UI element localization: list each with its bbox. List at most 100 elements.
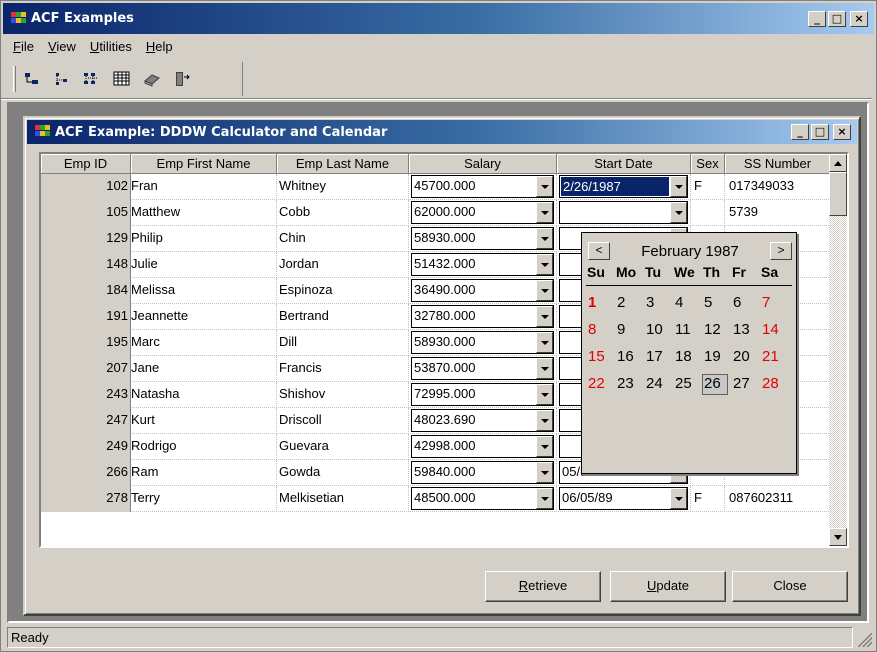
salary-value[interactable]: 58930.000 [412, 228, 536, 249]
salary-dropdown[interactable]: 42998.000 [411, 435, 554, 458]
date-dropdown-button[interactable] [670, 176, 687, 197]
ss-number-cell[interactable]: 017349033 [725, 174, 831, 200]
salary-value[interactable]: 72995.000 [412, 384, 536, 405]
salary-dropdown-button[interactable] [536, 202, 553, 223]
first-name-cell[interactable]: Matthew [131, 200, 277, 226]
last-name-cell[interactable]: Bertrand [277, 304, 409, 330]
salary-value[interactable]: 32780.000 [412, 306, 536, 327]
date-dropdown[interactable] [559, 201, 688, 224]
salary-dropdown-button[interactable] [536, 254, 553, 275]
menu-help[interactable]: Help [140, 37, 181, 57]
calendar-day[interactable]: 8 [586, 318, 615, 345]
scroll-thumb[interactable] [829, 172, 847, 216]
tree-view-icon[interactable] [21, 68, 43, 90]
scroll-down-button[interactable] [829, 528, 847, 546]
calendar-next-month-button[interactable]: > [770, 242, 792, 260]
ss-number-cell[interactable]: 087602311 [725, 486, 831, 512]
calendar-day[interactable]: 1 [586, 291, 615, 318]
calendar-day[interactable]: 24 [644, 372, 673, 399]
salary-dropdown[interactable]: 62000.000 [411, 201, 554, 224]
calendar-prev-month-button[interactable]: < [588, 242, 610, 260]
salary-value[interactable]: 45700.000 [412, 176, 536, 197]
grid-icon[interactable] [111, 68, 133, 90]
col-header-emp-id[interactable]: Emp ID [41, 154, 131, 174]
last-name-cell[interactable]: Jordan [277, 252, 409, 278]
col-header-start-date[interactable]: Start Date [557, 154, 691, 174]
salary-dropdown-button[interactable] [536, 306, 553, 327]
dotted-tree-icon[interactable] [51, 68, 73, 90]
toolbar-grip[interactable] [13, 66, 16, 92]
calendar-day[interactable]: 27 [731, 372, 760, 399]
calendar-day[interactable]: 14 [760, 318, 789, 345]
first-name-cell[interactable]: Fran [131, 174, 277, 200]
last-name-cell[interactable]: Whitney [277, 174, 409, 200]
salary-dropdown[interactable]: 32780.000 [411, 305, 554, 328]
table-row[interactable]: 278 Terry Melkisetian 48500.000 06/05/89 F 087… [41, 486, 831, 512]
last-name-cell[interactable]: Espinoza [277, 278, 409, 304]
salary-value[interactable]: 53870.000 [412, 358, 536, 379]
first-name-cell[interactable]: Marc [131, 330, 277, 356]
calendar-day[interactable]: 5 [702, 291, 731, 318]
exit-door-icon[interactable] [171, 68, 193, 90]
salary-dropdown-button[interactable] [536, 488, 553, 509]
salary-dropdown[interactable]: 58930.000 [411, 331, 554, 354]
col-header-sex[interactable]: Sex [691, 154, 725, 174]
salary-dropdown-button[interactable] [536, 436, 553, 457]
salary-dropdown[interactable]: 51432.000 [411, 253, 554, 276]
date-dropdown-button[interactable] [670, 488, 687, 509]
grid-vertical-scrollbar[interactable] [829, 154, 847, 546]
calendar-day[interactable]: 16 [615, 345, 644, 372]
child-close-button[interactable]: × [833, 124, 851, 140]
minimize-button[interactable]: _ [808, 10, 826, 27]
col-header-ss-number[interactable]: SS Number [725, 154, 831, 174]
salary-dropdown[interactable]: 48500.000 [411, 487, 554, 510]
last-name-cell[interactable]: Cobb [277, 200, 409, 226]
sex-cell[interactable] [691, 200, 725, 226]
salary-dropdown[interactable]: 72995.000 [411, 383, 554, 406]
salary-value[interactable]: 51432.000 [412, 254, 536, 275]
calendar-day[interactable]: 21 [760, 345, 789, 372]
calendar-day[interactable]: 10 [644, 318, 673, 345]
first-name-cell[interactable]: Julie [131, 252, 277, 278]
last-name-cell[interactable]: Francis [277, 356, 409, 382]
close-button[interactable]: × [850, 10, 868, 27]
date-dropdown[interactable]: 2/26/1987 [559, 175, 688, 198]
first-name-cell[interactable]: Kurt [131, 408, 277, 434]
salary-value[interactable]: 62000.000 [412, 202, 536, 223]
calendar-day[interactable]: 2 [615, 291, 644, 318]
child-minimize-button[interactable]: _ [791, 124, 809, 140]
last-name-cell[interactable]: Dill [277, 330, 409, 356]
update-button[interactable]: Update [610, 571, 726, 602]
first-name-cell[interactable]: Ram [131, 460, 277, 486]
salary-value[interactable]: 48500.000 [412, 488, 536, 509]
app-title-bar[interactable]: ACF Examples _ □ × [3, 3, 874, 34]
employee-datawindow[interactable]: Emp ID Emp First Name Emp Last Name Sala… [39, 152, 849, 548]
calendar-day[interactable]: 23 [615, 372, 644, 399]
salary-value[interactable]: 48023.690 [412, 410, 536, 431]
calendar-day[interactable]: 12 [702, 318, 731, 345]
calendar-day[interactable]: 19 [702, 345, 731, 372]
resize-grip-icon[interactable] [858, 633, 872, 647]
first-name-cell[interactable]: Philip [131, 226, 277, 252]
last-name-cell[interactable]: Chin [277, 226, 409, 252]
salary-dropdown-button[interactable] [536, 176, 553, 197]
calendar-day[interactable]: 13 [731, 318, 760, 345]
salary-dropdown[interactable]: 36490.000 [411, 279, 554, 302]
calendar-day[interactable]: 9 [615, 318, 644, 345]
ss-number-cell[interactable]: 5739 [725, 200, 831, 226]
col-header-last-name[interactable]: Emp Last Name [277, 154, 409, 174]
sex-cell[interactable]: F [691, 174, 725, 200]
salary-dropdown-button[interactable] [536, 358, 553, 379]
salary-value[interactable]: 59840.000 [412, 462, 536, 483]
sex-cell[interactable]: F [691, 486, 725, 512]
calendar-day[interactable]: 3 [644, 291, 673, 318]
first-name-cell[interactable]: Melissa [131, 278, 277, 304]
retrieve-button[interactable]: Retrieve [485, 571, 601, 602]
first-name-cell[interactable]: Jane [131, 356, 277, 382]
book-icon[interactable] [141, 68, 163, 90]
calendar-day[interactable]: 4 [673, 291, 702, 318]
calendar-day[interactable]: 11 [673, 318, 702, 345]
calendar-day[interactable]: 18 [673, 345, 702, 372]
salary-dropdown-button[interactable] [536, 332, 553, 353]
salary-dropdown-button[interactable] [536, 462, 553, 483]
